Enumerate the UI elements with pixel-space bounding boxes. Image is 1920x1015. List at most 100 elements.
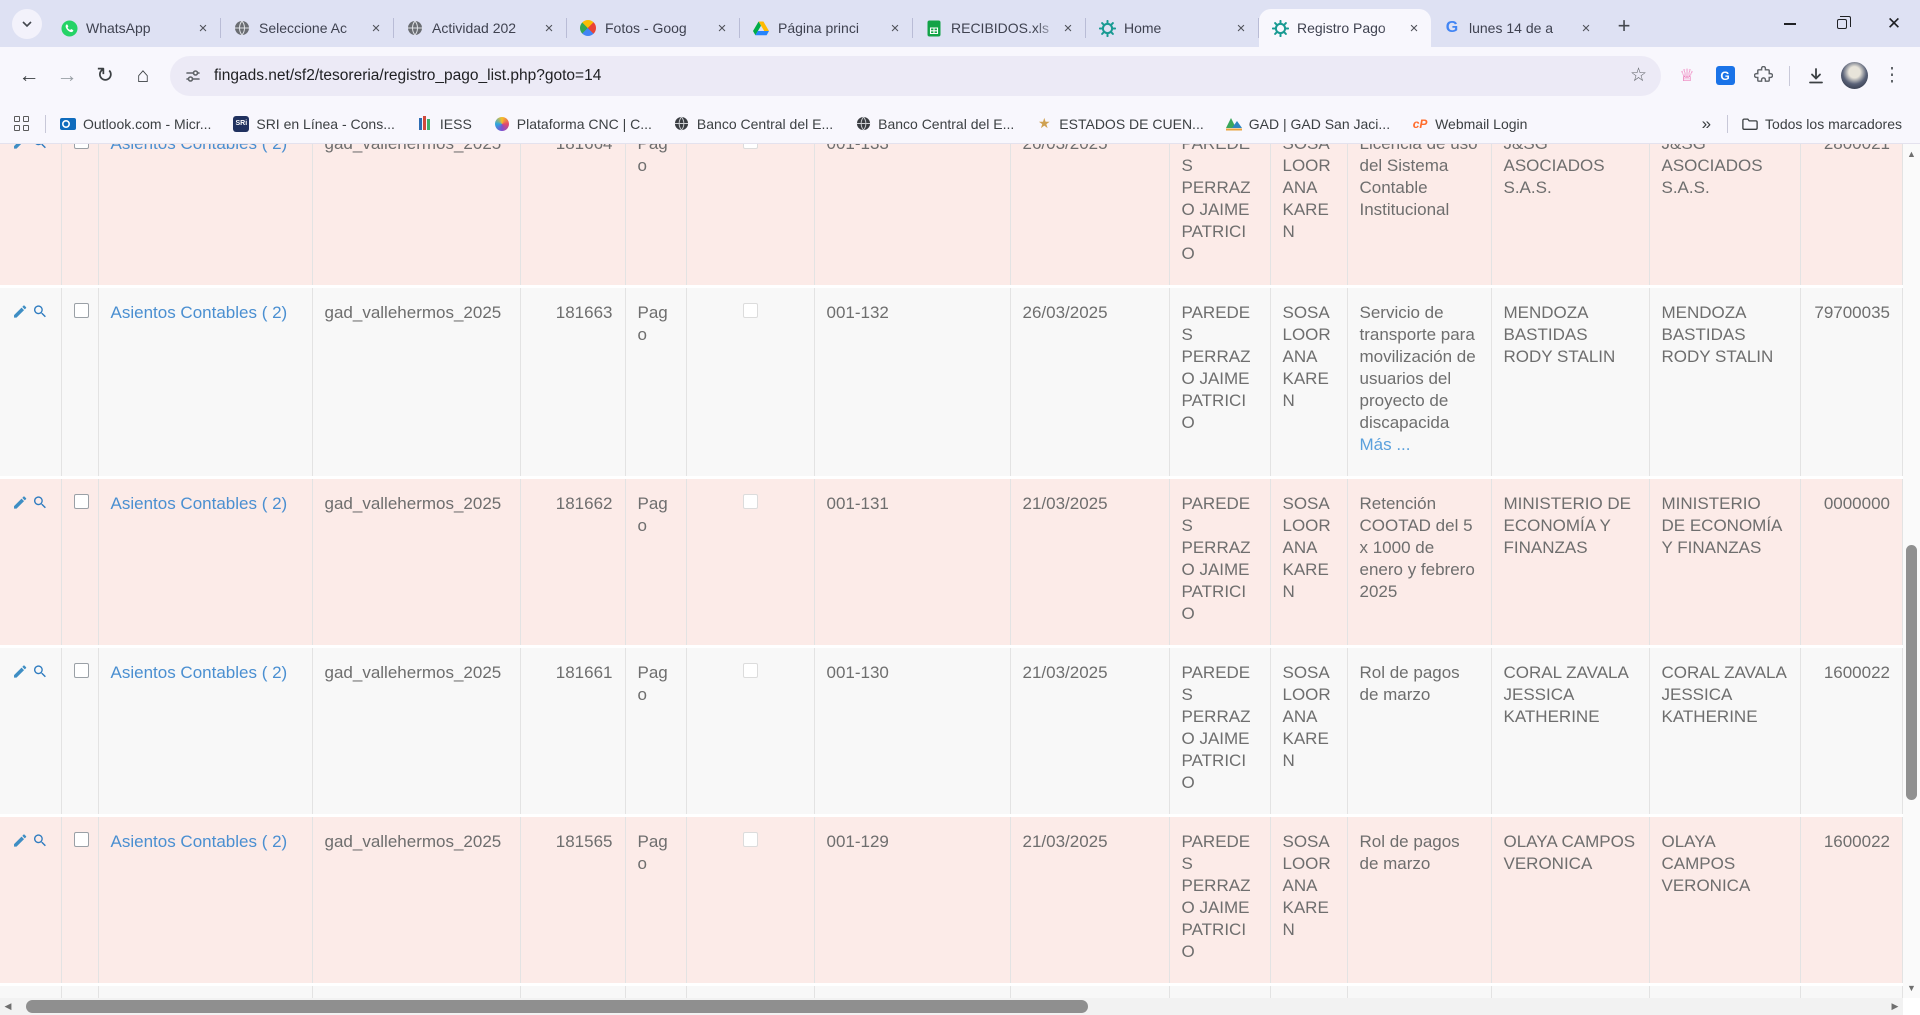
- view-magnifier-icon[interactable]: [32, 302, 48, 321]
- tab-close-icon[interactable]: ×: [1059, 19, 1077, 37]
- downloads-icon[interactable]: [1798, 58, 1834, 94]
- horizontal-scrollbar[interactable]: ◀ ▶: [0, 998, 1903, 1015]
- tab-seleccione[interactable]: Seleccione Ac ×: [221, 9, 393, 47]
- asientos-contables-link[interactable]: Asientos Contables ( 2): [111, 303, 288, 322]
- bookmark-webmail[interactable]: cP Webmail Login: [1412, 116, 1527, 132]
- profile-avatar[interactable]: [1836, 58, 1872, 94]
- google-g-icon: G: [1443, 19, 1461, 37]
- scroll-right-arrow-icon[interactable]: ▶: [1887, 998, 1903, 1015]
- tab-close-icon[interactable]: ×: [1232, 19, 1250, 37]
- tab-close-icon[interactable]: ×: [1405, 19, 1423, 37]
- view-magnifier-icon[interactable]: [32, 662, 48, 681]
- bookmark-banco-central-2[interactable]: Banco Central del E...: [855, 116, 1014, 132]
- numero-cell: 001-132: [814, 287, 1010, 478]
- tab-recibidos[interactable]: RECIBIDOS.xls ×: [913, 9, 1085, 47]
- globe-dark-icon: [855, 116, 871, 132]
- globe-icon: [406, 19, 424, 37]
- responsable-cell: PAREDES PERRAZO JAIME PATRICIO: [1169, 144, 1270, 287]
- view-magnifier-icon[interactable]: [32, 493, 48, 512]
- bookmark-sri[interactable]: SRi SRI en Línea - Cons...: [233, 116, 395, 132]
- horizontal-scrollbar-thumb[interactable]: [26, 1000, 1088, 1013]
- flag-checkbox[interactable]: [743, 494, 758, 509]
- tab-close-icon[interactable]: ×: [1577, 19, 1595, 37]
- asientos-contables-link[interactable]: Asientos Contables ( 2): [111, 494, 288, 513]
- tab-registro-pago-active[interactable]: Registro Pago ×: [1259, 9, 1431, 47]
- flag-checkbox[interactable]: [743, 663, 758, 678]
- restore-button[interactable]: [1816, 0, 1868, 47]
- asientos-contables-link[interactable]: Asientos Contables ( 2): [111, 144, 288, 153]
- toolbar-separator: [1789, 66, 1790, 86]
- tab-whatsapp[interactable]: WhatsApp ×: [48, 9, 220, 47]
- url-text[interactable]: fingads.net/sf2/tesoreria/registro_pago_…: [214, 67, 1630, 85]
- new-tab-button[interactable]: +: [1609, 11, 1639, 41]
- bookmark-estados[interactable]: ★ ESTADOS DE CUEN...: [1036, 116, 1203, 132]
- tab-home[interactable]: Home ×: [1086, 9, 1258, 47]
- close-button[interactable]: ✕: [1868, 0, 1920, 47]
- row-select-checkbox[interactable]: [74, 303, 89, 318]
- row-select-checkbox[interactable]: [74, 144, 89, 149]
- row-select-checkbox[interactable]: [74, 663, 89, 678]
- row-select-checkbox[interactable]: [74, 832, 89, 847]
- apps-grid-button[interactable]: [14, 116, 29, 131]
- asientos-contables-link[interactable]: Asientos Contables ( 2): [111, 832, 288, 851]
- mas-link[interactable]: Más ...: [1360, 435, 1411, 454]
- all-bookmarks-button[interactable]: Todos los marcadores: [1742, 116, 1902, 132]
- beneficiario-cell: MENDOZA BASTIDAS RODY STALIN: [1491, 287, 1649, 478]
- tab-close-icon[interactable]: ×: [886, 19, 904, 37]
- scroll-down-arrow-icon[interactable]: ▼: [1903, 980, 1920, 996]
- edit-pencil-icon[interactable]: [12, 831, 28, 850]
- bookmark-star-icon[interactable]: ☆: [1630, 64, 1647, 87]
- minimize-button[interactable]: [1764, 0, 1816, 47]
- edit-pencil-icon[interactable]: [12, 493, 28, 512]
- browser-menu-icon[interactable]: ⋮: [1874, 58, 1910, 94]
- bookmark-outlook[interactable]: Outlook.com - Micr...: [60, 116, 211, 132]
- row-select-checkbox[interactable]: [74, 494, 89, 509]
- database-cell: gad_vallehermos_2025: [312, 144, 520, 287]
- cnc-icon: [494, 116, 510, 132]
- forward-button[interactable]: →: [48, 57, 86, 95]
- tab-close-icon[interactable]: ×: [713, 19, 731, 37]
- flag-checkbox[interactable]: [743, 832, 758, 847]
- flag-checkbox[interactable]: [743, 144, 758, 149]
- bookmark-gad[interactable]: GAD | GAD San Jaci...: [1226, 116, 1390, 132]
- asientos-contables-link[interactable]: Asientos Contables ( 2): [111, 663, 288, 682]
- edit-pencil-icon[interactable]: [12, 144, 28, 152]
- bookmarks-overflow-chevron[interactable]: »: [1702, 114, 1711, 134]
- tab-lunes[interactable]: G lunes 14 de a ×: [1431, 9, 1603, 47]
- tab-close-icon[interactable]: ×: [367, 19, 385, 37]
- bookmarks-bar: Outlook.com - Micr... SRi SRI en Línea -…: [0, 104, 1920, 144]
- reload-button[interactable]: ↻: [86, 57, 124, 95]
- tab-actividad[interactable]: Actividad 202 ×: [394, 9, 566, 47]
- google-translate-icon[interactable]: G: [1707, 58, 1743, 94]
- scroll-left-arrow-icon[interactable]: ◀: [0, 998, 16, 1015]
- tipo-cell: Pago: [625, 478, 686, 647]
- flag-checkbox[interactable]: [743, 303, 758, 318]
- beneficiario-cell: J&SG ASOCIADOS S.A.S.: [1491, 144, 1649, 287]
- tab-close-icon[interactable]: ×: [194, 19, 212, 37]
- view-magnifier-icon[interactable]: [32, 144, 48, 152]
- edit-pencil-icon[interactable]: [12, 302, 28, 321]
- tab-label: Página princi: [778, 20, 886, 36]
- edit-pencil-icon[interactable]: [12, 662, 28, 681]
- back-button[interactable]: ←: [10, 57, 48, 95]
- chevron-down-icon: [21, 18, 33, 30]
- tab-pagina-principal[interactable]: Página princi ×: [740, 9, 912, 47]
- site-info-icon[interactable]: [184, 67, 202, 85]
- tab-label: WhatsApp: [86, 20, 194, 36]
- vertical-scrollbar-thumb[interactable]: [1906, 545, 1917, 800]
- tab-search-button[interactable]: [12, 9, 42, 39]
- numero-cell: 001-133: [814, 144, 1010, 287]
- extensions-puzzle-icon[interactable]: [1745, 58, 1781, 94]
- bookmark-iess[interactable]: IESS: [417, 116, 472, 132]
- extension-pink-icon[interactable]: ♕: [1669, 58, 1705, 94]
- tipo-cell: Pago: [625, 287, 686, 478]
- bookmark-banco-central-1[interactable]: Banco Central del E...: [674, 116, 833, 132]
- address-bar[interactable]: fingads.net/sf2/tesoreria/registro_pago_…: [170, 56, 1661, 96]
- tab-fotos[interactable]: Fotos - Goog ×: [567, 9, 739, 47]
- home-button[interactable]: ⌂: [124, 57, 162, 95]
- view-magnifier-icon[interactable]: [32, 831, 48, 850]
- bookmark-cnc[interactable]: Plataforma CNC | C...: [494, 116, 652, 132]
- tab-close-icon[interactable]: ×: [540, 19, 558, 37]
- vertical-scrollbar[interactable]: ▲ ▼: [1903, 144, 1920, 998]
- scroll-up-arrow-icon[interactable]: ▲: [1903, 146, 1920, 162]
